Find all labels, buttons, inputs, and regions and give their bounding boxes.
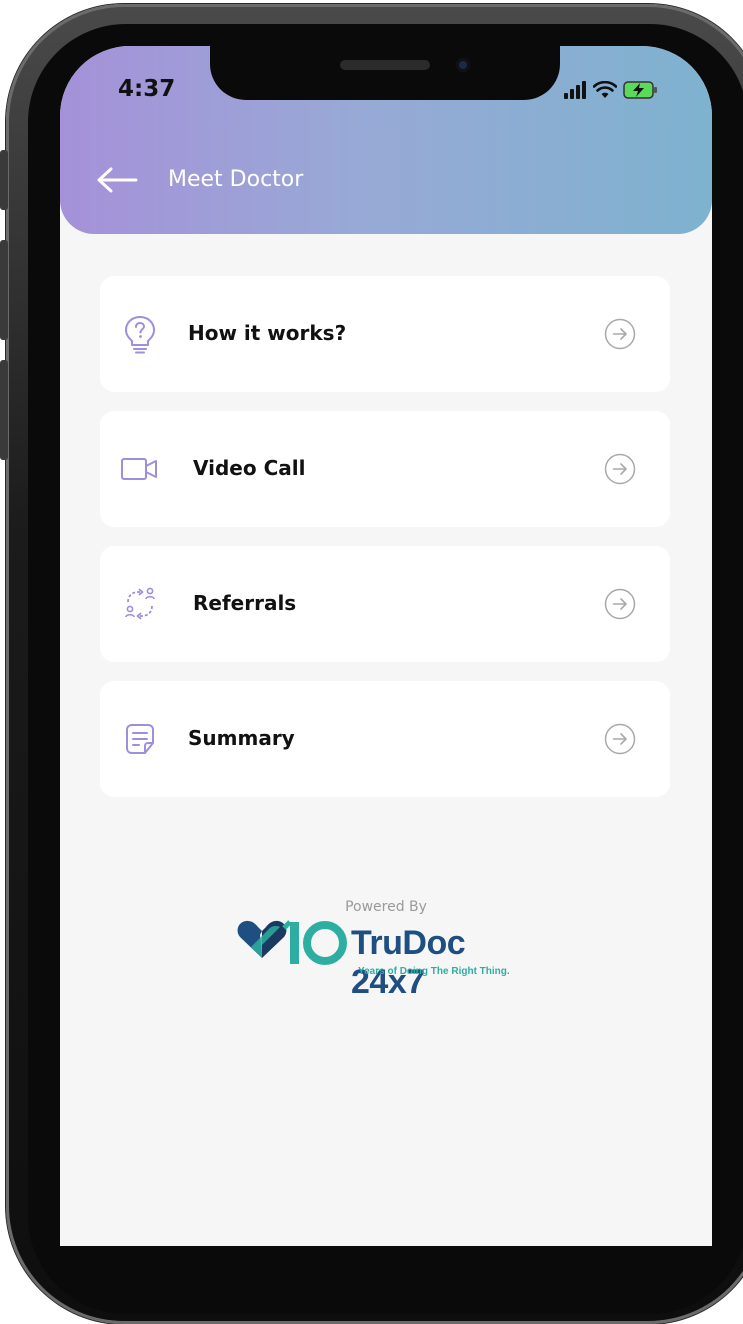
menu-item-how-it-works[interactable]: How it works?	[100, 276, 670, 392]
notch	[210, 46, 560, 100]
menu-item-label: How it works?	[188, 321, 347, 345]
back-button[interactable]	[94, 162, 140, 198]
page-title: Meet Doctor	[168, 167, 304, 192]
speaker-grille	[340, 60, 430, 70]
battery-charging-icon	[623, 81, 657, 99]
front-camera	[456, 58, 470, 72]
menu-item-referrals[interactable]: Referrals	[100, 546, 670, 662]
circle-arrow-right-icon	[604, 723, 636, 755]
menu-item-label: Video Call	[193, 456, 306, 480]
trudoc-logo: TruDoc 24x7 Years of Doing The Right Thi…	[236, 914, 546, 1004]
menu-item-summary[interactable]: Summary	[100, 681, 670, 797]
app-screen: 4:37 Meet Doctor How it works? Video Cal…	[60, 46, 712, 1246]
volume-up-button	[0, 240, 8, 340]
circle-arrow-right-icon	[604, 588, 636, 620]
menu-item-video-call[interactable]: Video Call	[100, 411, 670, 527]
document-icon	[120, 719, 160, 759]
circle-arrow-right-icon	[604, 318, 636, 350]
arrow-left-icon	[97, 167, 138, 193]
heart-logo-icon	[237, 920, 347, 965]
powered-by-text: Powered By	[345, 899, 427, 915]
volume-down-button	[0, 360, 8, 460]
circle-arrow-right-icon	[604, 453, 636, 485]
mute-switch	[0, 150, 8, 210]
menu-item-label: Referrals	[193, 591, 297, 615]
referral-exchange-icon	[120, 584, 160, 624]
wifi-icon	[593, 81, 617, 98]
menu-list: How it works? Video Call Referrals Summa…	[100, 276, 670, 816]
logo-tagline: Years of Doing The Right Thing.	[358, 966, 510, 977]
status-time: 4:37	[118, 76, 176, 102]
lightbulb-question-icon	[120, 314, 160, 354]
logo-brand: TruDoc 24x7	[351, 924, 466, 1001]
video-camera-icon	[120, 449, 160, 489]
menu-item-label: Summary	[188, 726, 295, 750]
status-icons	[563, 78, 659, 102]
signal-icon	[564, 81, 586, 99]
